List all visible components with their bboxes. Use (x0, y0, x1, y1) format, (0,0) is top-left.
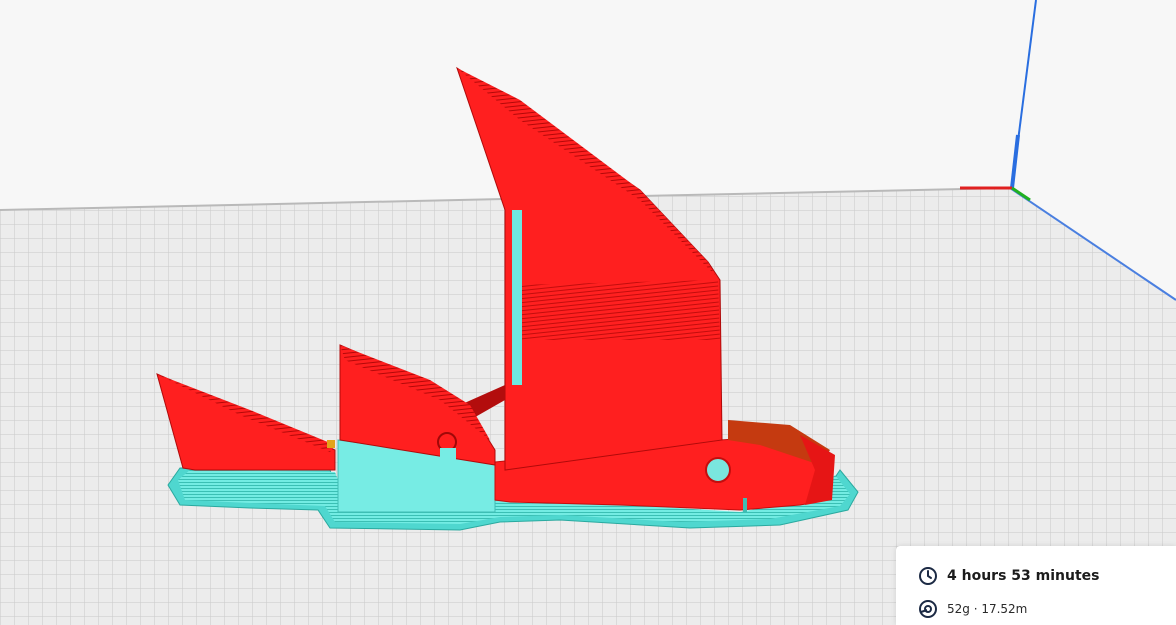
hull-slot (743, 498, 747, 512)
print-info-panel: 4 hours 53 minutes 52g · 17.52m (896, 546, 1176, 625)
hull-hole (705, 457, 731, 483)
spool-icon (918, 599, 938, 619)
print-time-row: 4 hours 53 minutes (918, 566, 1099, 586)
small-fin-marker (327, 440, 335, 448)
middle-fin-slot (440, 448, 456, 476)
scene-svg (0, 0, 1176, 625)
main-fin-slot (512, 210, 522, 385)
material-usage: 52g · 17.52m (947, 602, 1028, 616)
material-usage-row: 52g · 17.52m (918, 599, 1027, 619)
3d-viewport[interactable]: 4 hours 53 minutes 52g · 17.52m (0, 0, 1176, 625)
z-axis-thick (1010, 134, 1020, 189)
estimated-print-time: 4 hours 53 minutes (947, 568, 1100, 584)
main-fin-band (515, 280, 720, 340)
clock-icon (918, 566, 938, 586)
